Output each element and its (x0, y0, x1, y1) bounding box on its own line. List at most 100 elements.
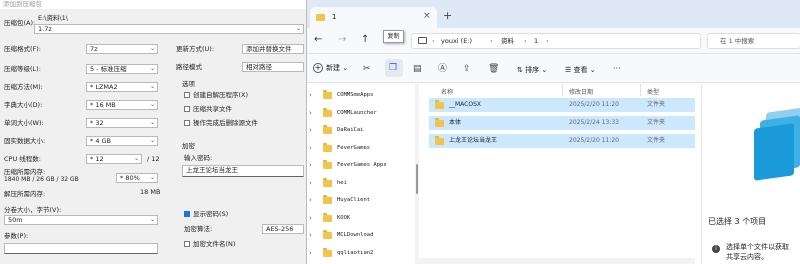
path-select[interactable]: 相对路径 (242, 62, 304, 72)
update-select[interactable]: 添加并替换文件 (242, 44, 304, 54)
cut-icon[interactable]: ✂ (363, 63, 371, 75)
close-icon[interactable]: × (423, 11, 431, 21)
nav-pane-scrollbar[interactable] (415, 84, 419, 264)
solid-select[interactable]: * 4 GB ⌄ (86, 136, 158, 146)
folder-icon (323, 125, 332, 134)
threads-select[interactable]: * 12 ⌄ (86, 154, 142, 164)
dialog-titlebar[interactable]: 添加到压缩包 (0, 0, 306, 9)
threads-label: CPU 线程数: (4, 155, 41, 163)
file-row[interactable]: __MACOSX 2025/2/20 11:20 文件夹 (429, 98, 695, 112)
method-select[interactable]: * LZMA2 ⌄ (86, 82, 158, 92)
sfx-checkbox[interactable]: 创建自解压程序(X) (184, 91, 248, 100)
nav-tree-item[interactable]: › DaRaiCai (307, 123, 415, 137)
copy-icon: ❐ (389, 63, 398, 73)
breadcrumb-sep: › (546, 37, 549, 45)
share-icon[interactable]: ⇪ (463, 63, 471, 75)
mem-percent-value: * 80% (120, 174, 140, 182)
chevron-right-icon[interactable]: › (309, 88, 312, 102)
chevron-right-icon[interactable]: › (309, 176, 312, 190)
nav-tree-item[interactable]: › COMMSmeApps (307, 88, 415, 102)
nav-tree-item-label: MCLDownload (337, 232, 374, 238)
delete-icon[interactable]: 🗑 (488, 63, 499, 75)
checkbox-box (184, 92, 190, 98)
format-select[interactable]: 7z ⌄ (86, 44, 158, 54)
solid-label: 固实数据大小: (4, 137, 46, 145)
breadcrumb-current[interactable]: 1 (534, 34, 538, 48)
breadcrumb-sep: › (524, 37, 527, 45)
dict-label: 字典大小(D): (4, 101, 43, 109)
file-row[interactable]: 上龙王论坛当龙王 2025/2/20 11:20 文件夹 (429, 134, 695, 148)
sort-button[interactable]: ⇅ 排序 ⌄ (517, 65, 547, 75)
checkbox-box (184, 120, 190, 126)
mem-percent-select[interactable]: * 80% ⌄ (116, 173, 158, 183)
sort-icon: ⇅ (517, 66, 526, 74)
column-header-date[interactable]: 修改日期 (569, 87, 593, 96)
copy-button[interactable]: ❐ (385, 59, 403, 77)
nav-tree-item[interactable]: › hei (307, 176, 415, 190)
split-combobox[interactable]: 50m ⌄ (4, 215, 158, 225)
delete-source-checkbox[interactable]: 操作完成后删除源文件 (184, 119, 258, 128)
breadcrumb-folder[interactable]: 资料 (501, 34, 514, 48)
solid-value: * 4 GB (90, 137, 112, 145)
chevron-right-icon[interactable]: › (309, 123, 312, 137)
update-label: 更新方式(U): (176, 45, 215, 53)
password-input[interactable]: 上龙王论坛当龙王 (182, 165, 304, 177)
more-options-button[interactable]: ··· (613, 64, 621, 73)
chevron-right-icon[interactable]: › (309, 246, 312, 260)
folder-icon (435, 118, 444, 127)
chevron-right-icon[interactable]: › (309, 141, 312, 155)
nav-tree-item[interactable]: › qqliaotian2 (307, 246, 415, 260)
word-select[interactable]: * 32 ⌄ (86, 118, 158, 128)
shared-checkbox[interactable]: 压缩共享文件 (184, 105, 232, 114)
file-list-scrollbar[interactable] (417, 258, 695, 264)
nav-tree-item[interactable]: › FeverGames Apps (307, 158, 415, 172)
tab-1[interactable]: 1 × (310, 7, 437, 28)
nav-tree-item[interactable]: › MCLDownload (307, 228, 415, 242)
new-button[interactable]: + 新建 ⌄ (313, 63, 348, 73)
nav-tree-item[interactable]: › HuyaClient (307, 193, 415, 207)
breadcrumb-drive[interactable]: youxi (E:) (441, 34, 472, 48)
folder-icon (323, 230, 332, 239)
scrollbar-thumb[interactable] (416, 164, 418, 194)
paste-icon[interactable]: ▤ (413, 63, 422, 75)
back-arrow-icon[interactable]: ← (314, 34, 322, 45)
nav-tree-item[interactable]: › FeverGames (307, 141, 415, 155)
encrypt-title: 加密 (182, 142, 195, 150)
dict-select[interactable]: * 16 MB ⌄ (86, 100, 158, 110)
archive-name-combobox[interactable]: 1.7z ⌄ (34, 24, 304, 34)
level-label: 压缩等级(L): (4, 65, 41, 73)
file-type: 文件夹 (647, 137, 666, 144)
params-input[interactable] (4, 243, 158, 254)
level-select[interactable]: 5 - 标准压缩 ⌄ (86, 64, 158, 74)
rename-icon[interactable]: Ⓐ (438, 63, 447, 75)
chevron-right-icon[interactable]: › (309, 158, 312, 172)
split-value: 50m (8, 216, 23, 224)
chevron-right-icon[interactable]: › (309, 211, 312, 225)
compress-dialog: 添加到压缩包 压缩包(A): E:\资料\1\ 1.7z ⌄ 压缩格式(F): 7… (0, 0, 306, 264)
show-password-checkbox[interactable]: 显示密码(S) (184, 210, 228, 219)
file-date: 2025/2/20 11:20 (569, 101, 619, 108)
up-arrow-icon[interactable]: ↑ (361, 34, 369, 45)
file-row[interactable]: 本体 2025/2/24 13:33 文件夹 (429, 116, 695, 130)
address-bar[interactable]: › youxi (E:) › 资料 › 1 › (411, 33, 701, 49)
view-button[interactable]: ☰ 查看 ⌄ (565, 65, 596, 75)
search-input[interactable]: 在 1 中搜索 (707, 33, 800, 49)
nav-tree-item[interactable]: › COMMLauncher (307, 106, 415, 120)
archive-label: 压缩包(A): (4, 19, 36, 27)
chevron-right-icon[interactable]: › (309, 106, 312, 120)
forward-arrow-icon[interactable]: → (338, 34, 346, 45)
dict-value: * 16 MB (90, 101, 116, 109)
new-tab-button[interactable]: + (443, 9, 452, 22)
column-header-type[interactable]: 类型 (647, 87, 659, 96)
enc-method-select[interactable]: AES-256 (262, 224, 304, 234)
command-bar (307, 54, 800, 83)
sort-label: 排序 (525, 66, 540, 74)
encrypt-names-checkbox[interactable]: 加密文件名(N) (184, 240, 235, 249)
chevron-right-icon[interactable]: › (309, 228, 312, 242)
file-name: 上龙王论坛当龙王 (449, 137, 498, 144)
column-header-name[interactable]: 名称 (441, 87, 453, 96)
nav-tree-item[interactable]: › KOOK (307, 211, 415, 225)
chevron-right-icon[interactable]: › (309, 193, 312, 207)
nav-tree-item-label: COMMLauncher (337, 109, 377, 116)
folder-icon (323, 212, 332, 222)
